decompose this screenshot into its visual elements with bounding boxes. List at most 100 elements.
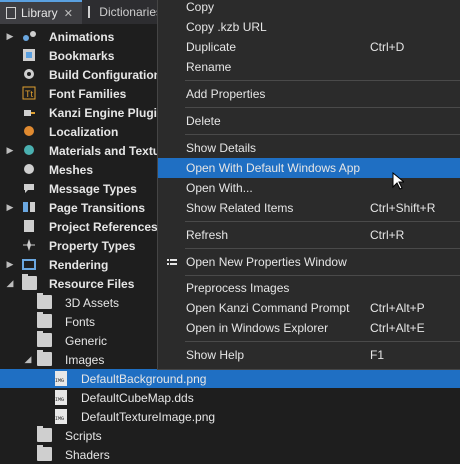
tree-item-default-cubemap[interactable]: DefaultCubeMap.dds bbox=[0, 388, 460, 407]
menu-item-label: Add Properties bbox=[186, 87, 266, 101]
expand-arrow-icon[interactable]: ▶ bbox=[6, 31, 14, 42]
menu-separator bbox=[185, 221, 460, 222]
menu-item-delete[interactable]: Delete bbox=[158, 111, 460, 131]
menu-item-label: Open New Properties Window bbox=[186, 255, 347, 269]
tab-dictionaries-label: Dictionaries bbox=[99, 5, 162, 19]
material-icon bbox=[22, 143, 37, 157]
mesh-icon bbox=[22, 162, 37, 176]
tree-item-label: Font Families bbox=[49, 86, 127, 101]
shortcut-label: Ctrl+Alt+P bbox=[370, 301, 425, 315]
shortcut-label: Ctrl+Shift+R bbox=[370, 201, 436, 215]
menu-item-show-details[interactable]: Show Details bbox=[158, 138, 460, 158]
tree-item-label: Animations bbox=[49, 29, 115, 44]
menu-item-label: Show Related Items bbox=[186, 201, 294, 215]
tree-item-label: Shaders bbox=[65, 447, 110, 462]
menu-item-open-new-properties-window[interactable]: Open New Properties Window bbox=[158, 252, 460, 272]
menu-item-open-kanzi-command-prompt[interactable]: Open Kanzi Command Prompt Ctrl+Alt+P bbox=[158, 298, 460, 318]
folder-icon bbox=[37, 350, 52, 366]
svg-text:Tt: Tt bbox=[25, 89, 33, 99]
library-icon bbox=[6, 7, 16, 19]
tree-item-label: Kanzi Engine Plugins bbox=[49, 105, 172, 120]
menu-item-label: Open Kanzi Command Prompt bbox=[186, 301, 350, 315]
menu-item-add-properties[interactable]: Add Properties bbox=[158, 84, 460, 104]
menu-item-copy[interactable]: Copy bbox=[158, 0, 460, 17]
menu-separator bbox=[185, 107, 460, 108]
tab-library[interactable]: Library ✕ bbox=[0, 0, 82, 24]
expand-arrow-icon[interactable]: ▶ bbox=[6, 145, 14, 156]
menu-item-open-with-default-app[interactable]: Open With Default Windows App bbox=[158, 158, 460, 178]
menu-item-label: Delete bbox=[186, 114, 221, 128]
expand-arrow-icon[interactable]: ▶ bbox=[6, 259, 14, 270]
tree-item-label: Message Types bbox=[49, 181, 137, 196]
shortcut-label: Ctrl+R bbox=[370, 228, 405, 242]
rendering-icon bbox=[22, 257, 37, 271]
tree-item-label: Page Transitions bbox=[49, 200, 146, 215]
tree-item-label: Build Configuration bbox=[49, 67, 161, 82]
tree-item-shaders[interactable]: Shaders bbox=[0, 445, 460, 464]
font-icon: Tt bbox=[22, 86, 37, 100]
folder-icon bbox=[22, 274, 37, 290]
menu-separator bbox=[185, 80, 460, 81]
menu-item-rename[interactable]: Rename bbox=[158, 57, 460, 77]
tree-item-label: Project References bbox=[49, 219, 158, 234]
menu-item-label: Show Help bbox=[186, 348, 245, 362]
folder-icon bbox=[37, 445, 52, 461]
reference-icon bbox=[22, 219, 37, 233]
context-menu: Copy Copy .kzb URL Duplicate Ctrl+D Renam… bbox=[157, 0, 460, 370]
list-icon bbox=[167, 257, 177, 267]
expand-arrow-icon[interactable]: ▶ bbox=[6, 202, 14, 213]
menu-item-label: Copy .kzb URL bbox=[186, 20, 267, 34]
tree-item-label: DefaultBackground.png bbox=[81, 371, 207, 386]
image-file-icon bbox=[55, 409, 67, 424]
folder-icon bbox=[37, 331, 52, 347]
tree-item-label: Bookmarks bbox=[49, 48, 115, 63]
tree-item-label: Rendering bbox=[49, 257, 109, 272]
menu-item-label: Refresh bbox=[186, 228, 229, 242]
menu-item-duplicate[interactable]: Duplicate Ctrl+D bbox=[158, 37, 460, 57]
tree-item-label: Fonts bbox=[65, 314, 96, 329]
tree-item-label: DefaultTextureImage.png bbox=[81, 409, 216, 424]
tree-item-label: Resource Files bbox=[49, 276, 135, 291]
tree-item-label: Generic bbox=[65, 333, 108, 348]
tree-item-default-texture-image[interactable]: DefaultTextureImage.png bbox=[0, 407, 460, 426]
shortcut-label: Ctrl+D bbox=[370, 40, 405, 54]
property-icon bbox=[22, 238, 37, 252]
folder-icon bbox=[37, 293, 52, 309]
menu-item-preprocess-images[interactable]: Preprocess Images bbox=[158, 278, 460, 298]
menu-item-label: Preprocess Images bbox=[186, 281, 290, 295]
menu-item-label: Copy bbox=[186, 0, 215, 14]
menu-item-label: Open With Default Windows App bbox=[186, 161, 361, 175]
menu-item-refresh[interactable]: Refresh Ctrl+R bbox=[158, 225, 460, 245]
tree-item-label: Meshes bbox=[49, 162, 94, 177]
menu-item-show-help[interactable]: Show Help F1 bbox=[158, 345, 460, 365]
menu-separator bbox=[185, 341, 460, 342]
collapse-arrow-icon[interactable]: ◢ bbox=[6, 278, 14, 289]
tree-item-scripts[interactable]: Scripts bbox=[0, 426, 460, 445]
menu-separator bbox=[185, 248, 460, 249]
tree-item-label: DefaultCubeMap.dds bbox=[81, 390, 194, 405]
menu-item-label: Open With... bbox=[186, 181, 253, 195]
bookmarks-icon bbox=[22, 48, 37, 62]
tree-item-label: 3D Assets bbox=[65, 295, 120, 310]
menu-item-open-with[interactable]: Open With... bbox=[158, 178, 460, 198]
menu-separator bbox=[185, 134, 460, 135]
folder-icon bbox=[37, 426, 52, 442]
image-file-icon bbox=[55, 390, 67, 405]
transition-icon bbox=[22, 200, 37, 214]
menu-item-label: Show Details bbox=[186, 141, 257, 155]
mouse-cursor-icon bbox=[392, 171, 406, 193]
globe-icon bbox=[22, 124, 37, 138]
folder-icon bbox=[37, 312, 52, 328]
tab-dictionaries[interactable]: Dictionaries bbox=[82, 0, 162, 24]
menu-item-label: Rename bbox=[186, 60, 232, 74]
menu-item-show-related-items[interactable]: Show Related Items Ctrl+Shift+R bbox=[158, 198, 460, 218]
dictionary-icon bbox=[88, 6, 94, 18]
tree-item-default-background[interactable]: DefaultBackground.png bbox=[0, 369, 460, 388]
menu-item-copy-kzb-url[interactable]: Copy .kzb URL bbox=[158, 17, 460, 37]
close-icon[interactable]: ✕ bbox=[64, 7, 73, 20]
menu-item-open-in-windows-explorer[interactable]: Open in Windows Explorer Ctrl+Alt+E bbox=[158, 318, 460, 338]
shortcut-label: Ctrl+Alt+E bbox=[370, 321, 425, 335]
collapse-arrow-icon[interactable]: ◢ bbox=[24, 354, 32, 365]
plugin-icon bbox=[22, 105, 37, 119]
image-file-icon bbox=[55, 371, 67, 386]
